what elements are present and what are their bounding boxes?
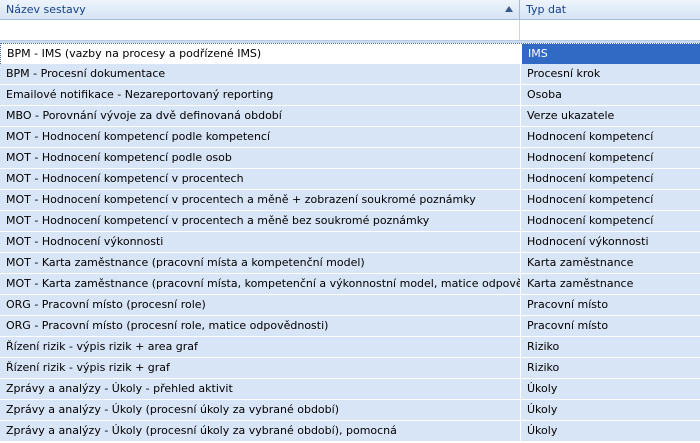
cell-report-name: MBO - Porovnání vývoje za dvě definovaná…: [6, 109, 282, 122]
cell-report-name: Řízení rizik - výpis rizik + area graf: [6, 340, 198, 353]
cell-report-name: MOT - Hodnocení kompetencí v procentech …: [6, 214, 430, 227]
cell-data-type: Pracovní místo: [520, 295, 700, 315]
cell-data-type: Verze ukazatele: [520, 106, 700, 126]
table-row[interactable]: MOT - Hodnocení výkonnosti Hodnocení výk…: [0, 232, 700, 253]
table-row[interactable]: MOT - Karta zaměstnance (pracovní místa,…: [0, 274, 700, 295]
column-header-name[interactable]: Název sestavy: [0, 0, 520, 19]
table-body: BPM - IMS (vazby na procesy a podřízené …: [0, 43, 700, 442]
cell-report-name: MOT - Hodnocení kompetencí v procentech …: [6, 193, 476, 206]
cell-report-name: Emailové notifikace - Nezareportovaný re…: [6, 88, 274, 101]
table-row[interactable]: ORG - Pracovní místo (procesní role, mat…: [0, 316, 700, 337]
cell-report-name: BPM - Procesní dokumentace: [6, 67, 166, 80]
filter-row: [0, 20, 700, 41]
cell-data-type: Procesní krok: [520, 64, 700, 84]
cell-report-name: MOT - Hodnocení kompetencí podle osob: [6, 151, 232, 164]
cell-data-type: Pracovní místo: [520, 316, 700, 336]
cell-data-type: Riziko: [520, 337, 700, 357]
cell-report-name: Zprávy a analýzy - Úkoly - přehled aktiv…: [6, 382, 233, 395]
name-filter-input[interactable]: [0, 20, 520, 40]
cell-report-name: ORG - Pracovní místo (procesní role): [6, 298, 206, 311]
table-row[interactable]: MOT - Hodnocení kompetencí v procentech …: [0, 169, 700, 190]
cell-report-name: Řízení rizik - výpis rizik + graf: [6, 361, 170, 374]
table-row[interactable]: ORG - Pracovní místo (procesní role) Pra…: [0, 295, 700, 316]
cell-data-type: Úkoly: [520, 379, 700, 399]
cell-data-type: Úkoly: [520, 400, 700, 420]
table-row[interactable]: MOT - Hodnocení kompetencí v procentech …: [0, 211, 700, 232]
table-row[interactable]: Emailové notifikace - Nezareportovaný re…: [0, 85, 700, 106]
table-row[interactable]: BPM - Procesní dokumentace Procesní krok: [0, 64, 700, 85]
type-filter-input[interactable]: [520, 20, 700, 40]
cell-report-name: MOT - Karta zaměstnance (pracovní místa,…: [6, 277, 520, 290]
cell-report-name: ORG - Pracovní místo (procesní role, mat…: [6, 319, 329, 332]
cell-data-type: Hodnocení kompetencí: [520, 190, 700, 210]
table-row[interactable]: BPM - IMS (vazby na procesy a podřízené …: [0, 43, 700, 64]
table-row[interactable]: Zprávy a analýzy - Úkoly (procesní úkoly…: [0, 400, 700, 421]
cell-report-name: BPM - IMS (vazby na procesy a podřízené …: [1, 44, 521, 64]
cell-data-type: IMS: [521, 44, 700, 64]
cell-data-type: Riziko: [520, 358, 700, 378]
column-header-row: Název sestavy Typ dat: [0, 0, 700, 20]
cell-report-name: Zprávy a analýzy - Úkoly (procesní úkoly…: [6, 424, 397, 437]
table-row[interactable]: MOT - Karta zaměstnance (pracovní místa …: [0, 253, 700, 274]
cell-data-type: Hodnocení kompetencí: [520, 169, 700, 189]
sort-ascending-icon[interactable]: [505, 6, 513, 12]
table-row[interactable]: Řízení rizik - výpis rizik + graf Riziko: [0, 358, 700, 379]
cell-data-type: Hodnocení výkonnosti: [520, 232, 700, 252]
table-row[interactable]: MBO - Porovnání vývoje za dvě definovaná…: [0, 106, 700, 127]
cell-report-name: MOT - Karta zaměstnance (pracovní místa …: [6, 256, 365, 269]
cell-data-type: Karta zaměstnance: [520, 253, 700, 273]
cell-data-type: Úkoly: [520, 421, 700, 441]
cell-report-name: Zprávy a analýzy - Úkoly (procesní úkoly…: [6, 403, 339, 416]
cell-data-type: Hodnocení kompetencí: [520, 148, 700, 168]
table-row[interactable]: Zprávy a analýzy - Úkoly - přehled aktiv…: [0, 379, 700, 400]
cell-report-name: MOT - Hodnocení kompetencí podle kompete…: [6, 130, 271, 143]
table-row[interactable]: MOT - Hodnocení kompetencí v procentech …: [0, 190, 700, 211]
table-row[interactable]: MOT - Hodnocení kompetencí podle kompete…: [0, 127, 700, 148]
table-row[interactable]: Zprávy a analýzy - Úkoly (procesní úkoly…: [0, 421, 700, 442]
cell-data-type: Osoba: [520, 85, 700, 105]
column-header-name-label: Název sestavy: [6, 3, 86, 16]
cell-data-type: Hodnocení kompetencí: [520, 127, 700, 147]
column-header-type-label: Typ dat: [526, 3, 567, 16]
table-row[interactable]: MOT - Hodnocení kompetencí podle osob Ho…: [0, 148, 700, 169]
report-grid: Název sestavy Typ dat BPM - IMS (vazby n…: [0, 0, 700, 443]
cell-report-name: MOT - Hodnocení výkonnosti: [6, 235, 164, 248]
cell-data-type: Hodnocení kompetencí: [520, 211, 700, 231]
cell-data-type: Karta zaměstnance: [520, 274, 700, 294]
cell-report-name: MOT - Hodnocení kompetencí v procentech: [6, 172, 244, 185]
table-row[interactable]: Řízení rizik - výpis rizik + area graf R…: [0, 337, 700, 358]
column-header-type[interactable]: Typ dat: [520, 0, 700, 19]
